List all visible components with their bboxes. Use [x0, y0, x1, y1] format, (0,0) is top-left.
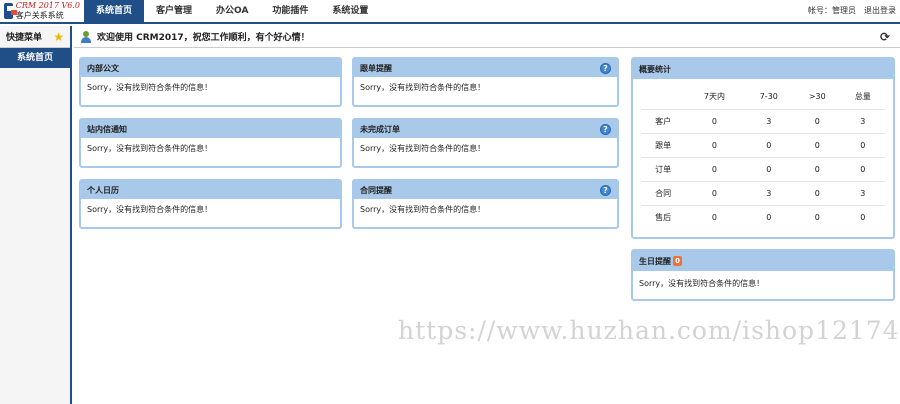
panel-unfinished-orders: 未完成订单 ? Sorry，没有找到符合条件的信息！ [352, 118, 619, 168]
table-cell: 0 [685, 109, 744, 134]
table-cell: 0 [685, 181, 744, 206]
star-icon[interactable]: ★ [53, 31, 64, 43]
panel-title: 概要统计 [639, 64, 671, 74]
nav-tab-customers[interactable]: 客户管理 [144, 0, 204, 22]
row-label: 跟单 [641, 133, 686, 158]
panel-followup-reminder: 跟单提醒 ? Sorry，没有找到符合条件的信息！ [352, 57, 619, 107]
user-area: 帐号：管理员 退出登录 [808, 0, 896, 22]
table-cell: 3 [840, 109, 885, 134]
table-row: 订单 0 0 0 0 [641, 157, 885, 182]
nav-tab-home[interactable]: 系统首页 [84, 0, 145, 22]
panel-title[interactable]: 未完成订单 [360, 124, 400, 135]
panel-title[interactable]: 站内信通知 [87, 124, 127, 135]
panel-empty-message: Sorry，没有找到符合条件的信息！ [360, 144, 486, 153]
count-badge: 0 [673, 255, 682, 266]
panel-title[interactable]: 合同提醒 [360, 185, 392, 196]
table-cell: 0 [743, 157, 794, 182]
table-cell: 0 [840, 157, 885, 182]
column-header: 7天内 [685, 85, 744, 110]
panel-empty-message: Sorry，没有找到符合条件的信息！ [87, 144, 213, 153]
row-label: 合同 [641, 181, 686, 206]
table-cell: 0 [766, 212, 772, 222]
panel-summary-stats: 概要统计 7天内 7-30 >30 总量 客户 0 3 0 3 跟单 0 0 0… [631, 57, 895, 239]
refresh-icon[interactable]: ⟳ [880, 30, 890, 44]
logo-icon [4, 3, 17, 19]
app-logo[interactable]: CRM 2017 V6.0 客户关系系统 [0, 0, 80, 22]
table-cell: 3 [840, 181, 885, 206]
table-cell: 0 [743, 133, 794, 158]
panel-empty-message: Sorry，没有找到符合条件的信息！ [87, 205, 213, 214]
table-cell: 0 [793, 157, 841, 182]
stats-table: 7天内 7-30 >30 总量 客户 0 3 0 3 跟单 0 0 0 0 订单… [641, 85, 885, 229]
panel-personal-calendar: 个人日历 Sorry，没有找到符合条件的信息！ [79, 179, 342, 229]
sidebar-item-home[interactable]: 系统首页 [0, 48, 70, 68]
table-cell: 0 [793, 133, 841, 158]
column-header [641, 85, 686, 110]
panel-title[interactable]: 内部公文 [87, 63, 119, 74]
table-cell: 0 [685, 133, 744, 158]
table-cell: 0 [793, 181, 841, 206]
welcome-bar: 欢迎使用 CRM2017，祝您工作顺利，有个好心情！ ⟳ [74, 26, 900, 48]
panel-internal-docs: 内部公文 Sorry，没有找到符合条件的信息！ [79, 57, 342, 107]
table-cell: 0 [711, 212, 718, 222]
welcome-text: 欢迎使用 CRM2017，祝您工作顺利，有个好心情！ [97, 33, 310, 43]
account-label[interactable]: 帐号：管理员 [808, 0, 856, 22]
column-header: 总量 [840, 85, 885, 110]
user-icon [80, 30, 92, 43]
panel-empty-message: Sorry，没有找到符合条件的信息！ [87, 83, 213, 92]
sidebar-header: 快捷菜单 ★ [0, 26, 70, 48]
nav-tab-settings[interactable]: 系统设置 [320, 0, 380, 22]
sidebar: 快捷菜单 ★ 系统首页 [0, 26, 72, 404]
table-cell: 0 [685, 157, 744, 182]
column-header: 7-30 [743, 85, 794, 110]
table-header-row: 7天内 7-30 >30 总量 [641, 85, 885, 110]
logout-link[interactable]: 退出登录 [864, 0, 896, 22]
table-row: 合同 0 3 0 3 [641, 181, 885, 206]
nav-tab-plugins[interactable]: 功能插件 [260, 0, 320, 22]
panel-title[interactable]: 跟单提醒 [360, 63, 392, 74]
panel-empty-message: Sorry，没有找到符合条件的信息！ [360, 205, 486, 214]
row-label: 客户 [641, 109, 686, 134]
panel-contract-reminder: 合同提醒 ? Sorry，没有找到符合条件的信息！ [352, 179, 619, 229]
panel-title[interactable]: 生日提醒 [639, 257, 671, 266]
panel-empty-message: Sorry，没有找到符合条件的信息！ [639, 279, 765, 288]
row-label: 订单 [641, 157, 686, 182]
panel-title[interactable]: 个人日历 [87, 185, 119, 196]
column-header: >30 [793, 85, 841, 110]
logo-version-text: CRM 2017 V6.0 [15, 1, 80, 10]
main-nav: 系统首页 客户管理 办公OA 功能插件 系统设置 [84, 0, 380, 22]
table-cell: 0 [860, 212, 866, 222]
table-cell: 0 [793, 109, 841, 134]
help-icon[interactable]: ? [600, 62, 611, 74]
table-cell: 3 [743, 109, 794, 134]
table-row: 跟单 0 0 0 0 [641, 133, 885, 158]
nav-tab-office-oa[interactable]: 办公OA [204, 0, 260, 22]
row-label: 售后 [655, 212, 672, 222]
table-cell: 0 [840, 133, 885, 158]
sidebar-title: 快捷菜单 [6, 33, 43, 43]
top-bar: CRM 2017 V6.0 客户关系系统 系统首页 客户管理 办公OA 功能插件… [0, 0, 900, 24]
logo-name-text: 客户关系系统 [15, 11, 64, 20]
watermark-text: https://www.huzhan.com/ishop12174 [398, 316, 900, 345]
help-icon[interactable]: ? [600, 184, 611, 196]
table-cell: 0 [814, 212, 820, 222]
panel-birthday-reminder: 生日提醒 0 Sorry，没有找到符合条件的信息！ [631, 249, 895, 301]
table-row: 客户 0 3 0 3 [641, 109, 885, 134]
table-row: 售后 0 0 0 0 [641, 205, 885, 229]
panel-site-messages: 站内信通知 Sorry，没有找到符合条件的信息！ [79, 118, 342, 168]
table-cell: 3 [743, 181, 794, 206]
panel-empty-message: Sorry，没有找到符合条件的信息！ [360, 83, 486, 92]
help-icon[interactable]: ? [600, 123, 611, 135]
